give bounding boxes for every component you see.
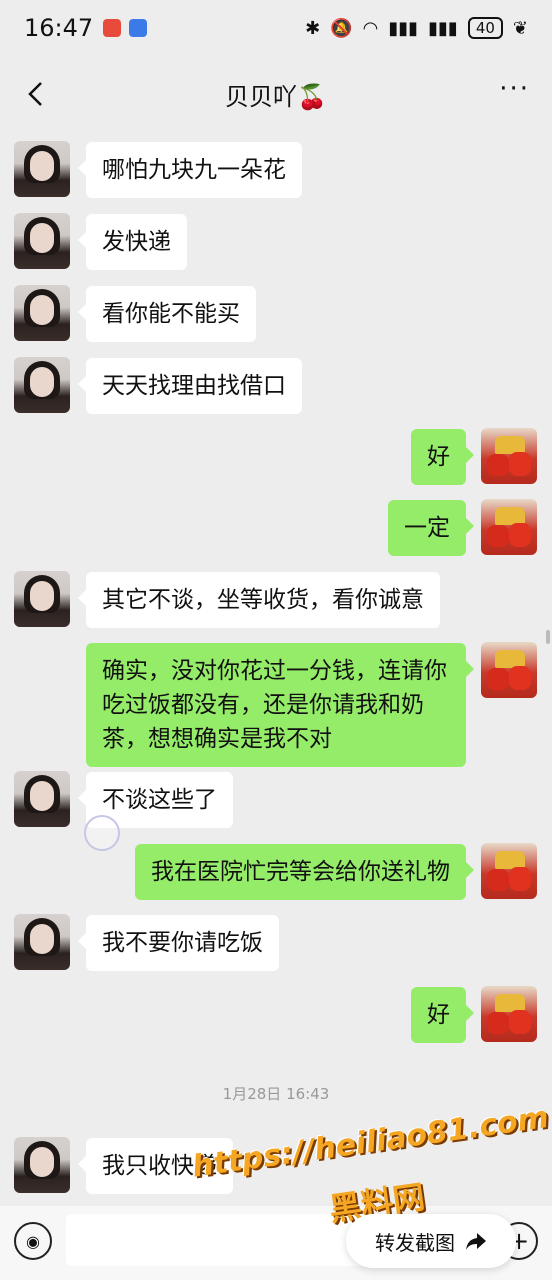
app-notification-icon <box>129 19 148 37</box>
contact-name-title: 贝贝吖🍒 <box>225 82 327 111</box>
contact-avatar[interactable] <box>14 213 70 269</box>
mute-icon: 🔕 <box>330 17 353 39</box>
status-bar: 16:47 ✱ 🔕 ◠ ▮▮▮ ▮▮▮ 40 ❦ <box>0 0 552 56</box>
message-bubble-sent[interactable]: 好 <box>411 429 474 485</box>
chevron-left-icon <box>28 82 42 106</box>
wifi-icon: ◠ <box>362 17 379 39</box>
voice-input-button[interactable]: ◉ <box>14 1222 52 1260</box>
contact-avatar[interactable] <box>14 914 70 970</box>
leaf-icon: ❦ <box>512 17 528 39</box>
contact-avatar[interactable] <box>14 571 70 627</box>
message-timestamp: 1月28日 16:43 <box>222 1085 330 1103</box>
scrollbar-thumb[interactable] <box>546 630 550 644</box>
message-bubble-received[interactable]: 其它不谈，坐等收货，看你诚意 <box>78 572 440 628</box>
share-arrow-icon <box>466 1233 486 1250</box>
message-bubble-sent[interactable]: 一定 <box>388 500 474 556</box>
forward-screenshot-button[interactable]: 转发截图 <box>346 1214 516 1268</box>
forward-screenshot-label: 转发截图 <box>375 1230 455 1255</box>
bluetooth-icon: ✱ <box>305 17 321 39</box>
contact-avatar[interactable] <box>14 1137 70 1193</box>
voice-icon: ◉ <box>26 1231 40 1251</box>
self-avatar[interactable] <box>481 428 537 484</box>
message-bubble-received[interactable]: 天天找理由找借口 <box>78 358 302 414</box>
battery-indicator: 40 <box>467 17 503 39</box>
self-avatar[interactable] <box>481 499 537 555</box>
message-bubble-sent[interactable]: 好 <box>411 987 474 1043</box>
self-avatar[interactable] <box>481 843 537 899</box>
contact-avatar[interactable] <box>14 285 70 341</box>
signal-icon-2: ▮▮▮ <box>428 17 458 39</box>
message-bubble-sent[interactable]: 我在医院忙完等会给你送礼物 <box>135 844 474 900</box>
chat-header: 贝贝吖🍒 ··· <box>0 66 552 122</box>
status-icons: ✱ 🔕 ◠ ▮▮▮ ▮▮▮ 40 ❦ <box>305 17 528 39</box>
touch-indicator <box>84 815 120 851</box>
back-button[interactable] <box>18 76 54 112</box>
signal-icon: ▮▮▮ <box>388 17 419 39</box>
contact-avatar[interactable] <box>14 771 70 827</box>
watermark-url: https://heiliao81.com <box>190 1099 551 1185</box>
message-bubble-received[interactable]: 看你能不能买 <box>78 286 256 342</box>
message-bubble-sent[interactable]: 确实，没对你花过一分钱，连请你吃过饭都没有，还是你请我和奶茶，想想确实是我不对 <box>86 643 474 767</box>
contact-avatar[interactable] <box>14 141 70 197</box>
self-avatar[interactable] <box>481 986 537 1042</box>
message-bubble-received[interactable]: 发快递 <box>78 214 187 270</box>
status-time: 16:47 <box>24 14 94 42</box>
message-bubble-received[interactable]: 哪怕九块九一朵花 <box>78 142 302 198</box>
self-avatar[interactable] <box>481 642 537 698</box>
message-bubble-received[interactable]: 我不要你请吃饭 <box>78 915 279 971</box>
video-app-icon <box>103 19 122 37</box>
more-options-button[interactable]: ··· <box>499 74 530 104</box>
contact-avatar[interactable] <box>14 357 70 413</box>
